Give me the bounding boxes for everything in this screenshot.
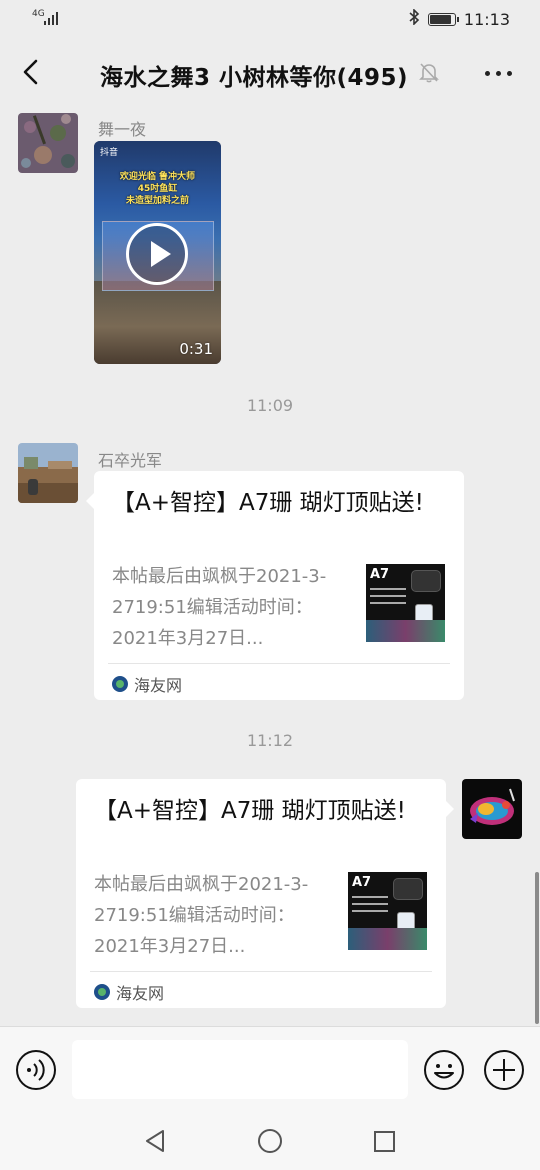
avatar[interactable] (18, 113, 78, 173)
link-title: 【A+智控】A7珊 瑚灯顶贴送! (112, 490, 424, 516)
link-source: 海友网 (94, 980, 164, 1004)
nav-back-icon[interactable] (143, 1128, 167, 1154)
link-thumbnail: A7 (348, 872, 427, 950)
link-source: 海友网 (112, 672, 182, 696)
more-icon[interactable] (485, 71, 512, 76)
video-caption: 欢迎光临 鲁冲大师 45吋鱼缸 未造型加料之前 (119, 172, 196, 206)
network-type: 4G (32, 9, 45, 19)
link-thumbnail: A7 (366, 564, 445, 642)
sender-name: 舞一夜 (98, 120, 147, 139)
scrollbar[interactable] (535, 872, 539, 1024)
chat-title: 海水之舞3 小树林等你(495) (100, 65, 409, 91)
link-description: 本帖最后由飒枫于2021-3-2719:51编辑活动时间：2021年3月27日.… (94, 874, 309, 957)
source-logo-icon (112, 676, 128, 692)
bluetooth-icon (408, 8, 420, 29)
status-time: 11:13 (463, 9, 510, 29)
source-logo-icon (94, 984, 110, 1000)
status-bar: 4G 11:13 (0, 0, 540, 38)
link-card[interactable]: 【A+智控】A7珊 瑚灯顶贴送! 本帖最后由飒枫于2021-3-2719:51编… (86, 471, 464, 700)
link-description: 本帖最后由飒枫于2021-3-2719:51编辑活动时间：2021年3月27日.… (112, 566, 327, 649)
link-title: 【A+智控】A7珊 瑚灯顶贴送! (94, 798, 406, 824)
voice-icon[interactable] (15, 1049, 57, 1091)
sender-name: 石卒光军 (98, 451, 163, 470)
emoji-icon[interactable] (423, 1049, 465, 1091)
nav-recent-icon[interactable] (374, 1131, 395, 1152)
timestamp: 11:12 (246, 731, 294, 750)
mute-icon (419, 63, 439, 83)
avatar[interactable] (18, 443, 78, 503)
battery-icon (427, 12, 459, 26)
video-message[interactable]: 抖音 欢迎光临 鲁冲大师 45吋鱼缸 未造型加料之前 0:31 (94, 141, 221, 364)
chat-area[interactable]: 舞一夜 抖音 欢迎光临 鲁冲大师 45吋鱼缸 未造型加料之前 0:31 11:0… (0, 108, 540, 1026)
video-duration: 0:31 (179, 340, 213, 358)
system-nav-bar (0, 1112, 540, 1170)
message-input[interactable] (72, 1040, 408, 1099)
timestamp: 11:09 (246, 396, 294, 415)
input-bar (0, 1026, 540, 1112)
back-icon[interactable] (18, 58, 46, 86)
my-avatar[interactable] (462, 779, 522, 839)
chat-header: 海水之舞3 小树林等你(495) (0, 38, 540, 108)
nav-home-icon[interactable] (258, 1129, 282, 1153)
signal-icon (44, 11, 58, 25)
link-card[interactable]: 【A+智控】A7珊 瑚灯顶贴送! 本帖最后由飒枫于2021-3-2719:51编… (76, 779, 454, 1008)
play-icon[interactable] (126, 223, 188, 285)
add-icon[interactable] (483, 1049, 525, 1091)
video-app-label: 抖音 (100, 148, 119, 158)
